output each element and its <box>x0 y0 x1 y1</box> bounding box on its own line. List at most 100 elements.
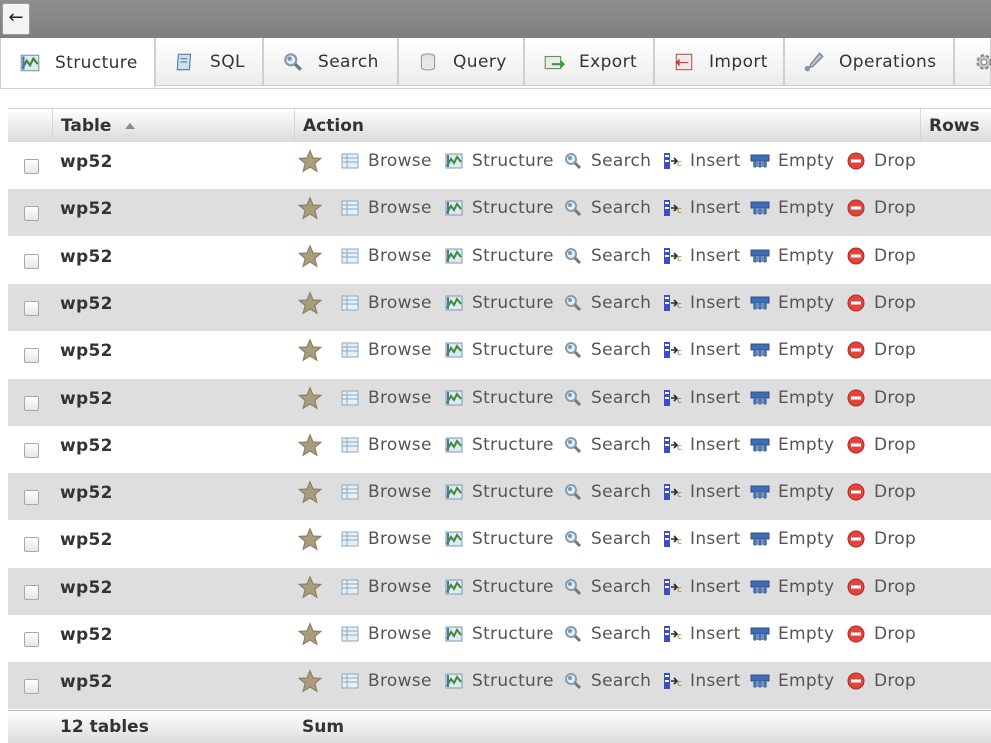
row-checkbox[interactable] <box>24 537 39 553</box>
action-drop[interactable]: Drop <box>846 147 916 175</box>
favorite-star-icon[interactable] <box>298 525 322 553</box>
table-name-link[interactable]: wp52 <box>60 436 113 456</box>
action-browse[interactable]: Browse <box>340 336 432 364</box>
tab-query[interactable]: Query <box>398 38 524 86</box>
table-name-link[interactable]: wp52 <box>60 483 113 503</box>
favorite-star-icon[interactable] <box>298 147 322 175</box>
action-drop[interactable]: Drop <box>846 289 916 317</box>
action-drop[interactable]: Drop <box>846 242 916 270</box>
action-empty[interactable]: Empty <box>750 431 834 459</box>
favorite-star-icon[interactable] <box>298 289 322 317</box>
action-insert[interactable]: c Insert <box>662 431 741 459</box>
action-structure[interactable]: Structure <box>444 289 554 317</box>
action-empty[interactable]: Empty <box>750 478 834 506</box>
row-checkbox[interactable] <box>24 159 39 174</box>
table-name-link[interactable]: wp52 <box>60 625 113 645</box>
action-insert[interactable]: c Insert <box>662 336 741 364</box>
action-empty[interactable]: Empty <box>750 289 834 317</box>
favorite-star-icon[interactable] <box>298 194 322 222</box>
favorite-star-icon[interactable] <box>298 620 322 648</box>
table-name-link[interactable]: wp52 <box>60 199 113 219</box>
action-drop[interactable]: Drop <box>846 573 916 601</box>
action-drop[interactable]: Drop <box>846 336 916 364</box>
action-insert[interactable]: c Insert <box>662 620 741 648</box>
table-name-link[interactable]: wp52 <box>60 530 113 550</box>
row-checkbox[interactable] <box>24 348 39 364</box>
action-structure[interactable]: Structure <box>444 242 554 270</box>
action-insert[interactable]: c Insert <box>662 384 741 412</box>
action-drop[interactable]: Drop <box>846 431 916 459</box>
action-structure[interactable]: Structure <box>444 194 554 222</box>
row-checkbox[interactable] <box>24 395 39 411</box>
action-browse[interactable]: Browse <box>340 525 432 553</box>
back-button[interactable]: ← <box>2 3 30 35</box>
tab-search[interactable]: Search <box>263 38 398 86</box>
favorite-star-icon[interactable] <box>298 431 322 459</box>
action-empty[interactable]: Empty <box>750 242 834 270</box>
row-checkbox[interactable] <box>24 253 39 269</box>
action-structure[interactable]: Structure <box>444 431 554 459</box>
header-rows[interactable]: Rows <box>920 109 991 143</box>
action-drop[interactable]: Drop <box>846 525 916 553</box>
action-browse[interactable]: Browse <box>340 194 432 222</box>
action-structure[interactable]: Structure <box>444 573 554 601</box>
action-insert[interactable]: c Insert <box>662 289 741 317</box>
action-insert[interactable]: c Insert <box>662 478 741 506</box>
action-insert[interactable]: c Insert <box>662 573 741 601</box>
tab-more[interactable] <box>954 38 991 86</box>
action-browse[interactable]: Browse <box>340 384 432 412</box>
favorite-star-icon[interactable] <box>298 384 322 412</box>
row-checkbox[interactable] <box>24 442 39 458</box>
favorite-star-icon[interactable] <box>298 573 322 601</box>
action-structure[interactable]: Structure <box>444 336 554 364</box>
action-structure[interactable]: Structure <box>444 525 554 553</box>
action-drop[interactable]: Drop <box>846 194 916 222</box>
action-search[interactable]: Search <box>563 620 651 648</box>
action-search[interactable]: Search <box>563 525 651 553</box>
action-search[interactable]: Search <box>563 147 651 175</box>
action-empty[interactable]: Empty <box>750 384 834 412</box>
action-browse[interactable]: Browse <box>340 667 432 695</box>
action-drop[interactable]: Drop <box>846 478 916 506</box>
action-browse[interactable]: Browse <box>340 573 432 601</box>
action-browse[interactable]: Browse <box>340 147 432 175</box>
action-search[interactable]: Search <box>563 289 651 317</box>
header-table[interactable]: Table <box>52 109 298 143</box>
action-search[interactable]: Search <box>563 242 651 270</box>
table-name-link[interactable]: wp52 <box>60 341 113 361</box>
action-drop[interactable]: Drop <box>846 667 916 695</box>
action-structure[interactable]: Structure <box>444 667 554 695</box>
row-checkbox[interactable] <box>24 206 39 222</box>
favorite-star-icon[interactable] <box>298 667 322 695</box>
row-checkbox[interactable] <box>24 300 39 316</box>
action-insert[interactable]: c Insert <box>662 525 741 553</box>
action-browse[interactable]: Browse <box>340 289 432 317</box>
action-empty[interactable]: Empty <box>750 525 834 553</box>
tab-operations[interactable]: Operations <box>784 38 954 86</box>
action-drop[interactable]: Drop <box>846 384 916 412</box>
action-insert[interactable]: c Insert <box>662 194 741 222</box>
table-name-link[interactable]: wp52 <box>60 294 113 314</box>
tab-sql[interactable]: SQL <box>155 38 263 86</box>
row-checkbox[interactable] <box>24 584 39 600</box>
action-structure[interactable]: Structure <box>444 478 554 506</box>
action-empty[interactable]: Empty <box>750 620 834 648</box>
action-browse[interactable]: Browse <box>340 242 432 270</box>
action-insert[interactable]: c Insert <box>662 667 741 695</box>
action-empty[interactable]: Empty <box>750 336 834 364</box>
action-structure[interactable]: Structure <box>444 147 554 175</box>
table-name-link[interactable]: wp52 <box>60 152 113 172</box>
action-empty[interactable]: Empty <box>750 573 834 601</box>
action-browse[interactable]: Browse <box>340 478 432 506</box>
action-search[interactable]: Search <box>563 336 651 364</box>
tab-export[interactable]: Export <box>524 38 654 86</box>
action-drop[interactable]: Drop <box>846 620 916 648</box>
row-checkbox[interactable] <box>24 679 39 695</box>
action-browse[interactable]: Browse <box>340 620 432 648</box>
action-search[interactable]: Search <box>563 384 651 412</box>
action-search[interactable]: Search <box>563 667 651 695</box>
favorite-star-icon[interactable] <box>298 478 322 506</box>
row-checkbox[interactable] <box>24 490 39 506</box>
action-structure[interactable]: Structure <box>444 384 554 412</box>
table-name-link[interactable]: wp52 <box>60 389 113 409</box>
